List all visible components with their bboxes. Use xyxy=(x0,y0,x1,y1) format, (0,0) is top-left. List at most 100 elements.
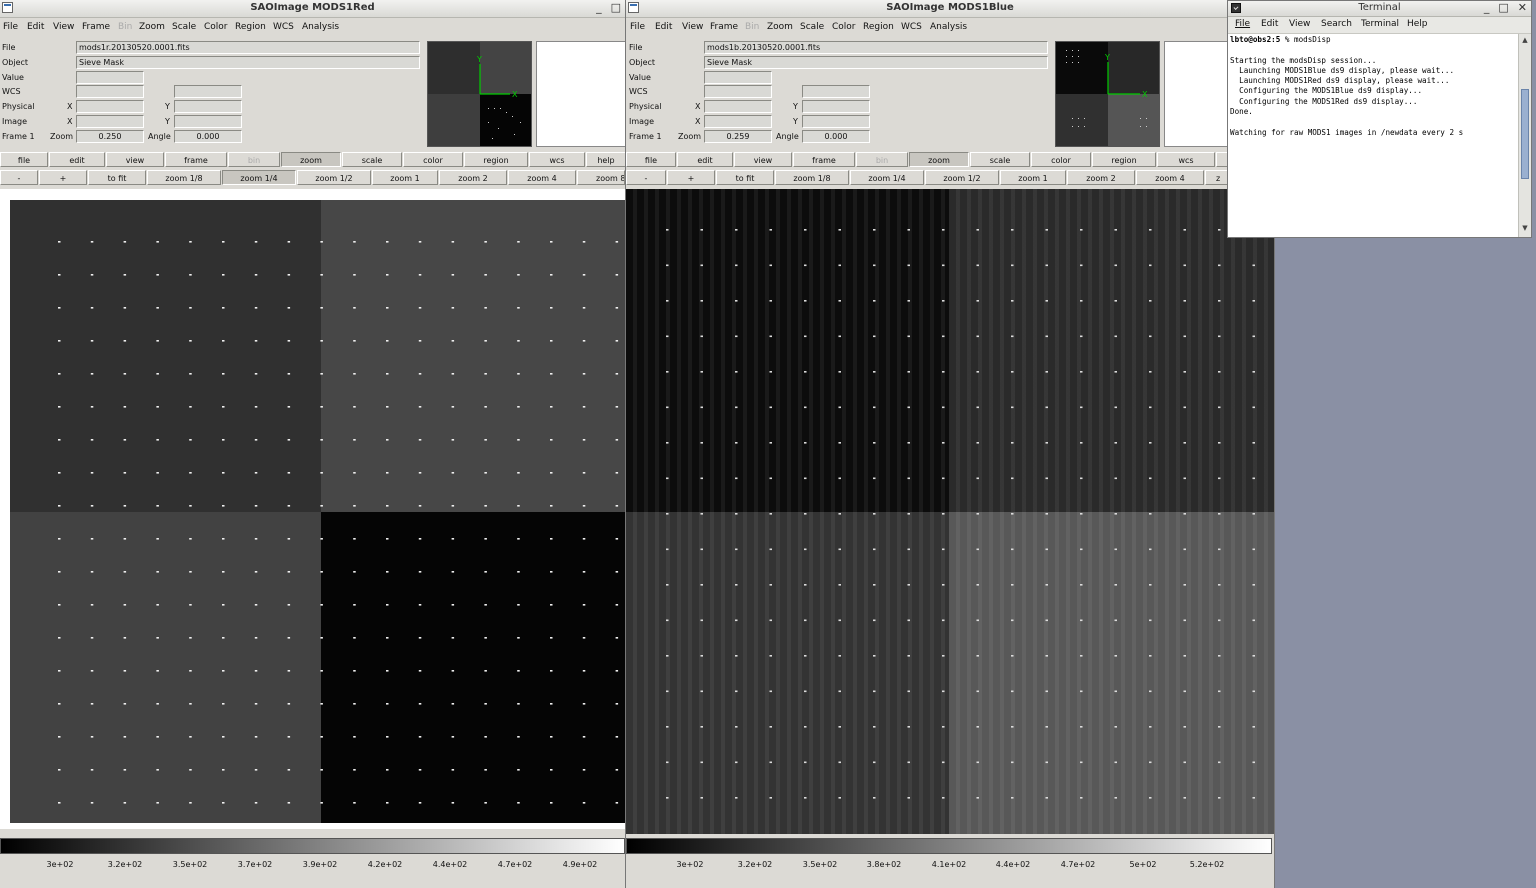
button-zoom-8[interactable]: zoom 8 xyxy=(577,170,625,185)
mask-spot xyxy=(58,241,61,243)
menu-analysis[interactable]: Analysis xyxy=(302,22,339,32)
mask-spot xyxy=(287,505,291,507)
terminal-menu-file[interactable]: File xyxy=(1235,19,1250,29)
menu-zoom[interactable]: Zoom xyxy=(139,22,165,32)
menu-bin[interactable]: Bin xyxy=(118,22,132,32)
button-zoom-fit[interactable]: to fit xyxy=(716,170,774,185)
menu-color[interactable]: Color xyxy=(832,22,856,32)
button-zoom-1-2[interactable]: zoom 1/2 xyxy=(297,170,371,185)
button-zoom-2[interactable]: zoom 2 xyxy=(1067,170,1135,185)
button-wcs[interactable]: wcs xyxy=(1157,152,1215,167)
scrollbar-thumb[interactable] xyxy=(1521,89,1529,179)
menu-view[interactable]: View xyxy=(53,22,74,32)
mask-spot xyxy=(615,340,619,342)
menu-view[interactable]: View xyxy=(682,22,703,32)
panner[interactable]: Y X xyxy=(427,41,532,147)
terminal-menu-edit[interactable]: Edit xyxy=(1261,19,1278,29)
mask-spot xyxy=(735,477,738,480)
button-zoom-out[interactable]: - xyxy=(626,170,666,185)
button-file[interactable]: file xyxy=(626,152,676,167)
button-zoom-1-4[interactable]: zoom 1/4 xyxy=(850,170,924,185)
button-zoom-in[interactable]: + xyxy=(667,170,715,185)
button-zoom-1-8[interactable]: zoom 1/8 xyxy=(147,170,221,185)
scroll-up-icon[interactable]: ▲ xyxy=(1519,36,1531,47)
mask-spot xyxy=(550,505,553,507)
title-bar[interactable]: SAOImage MODS1Blue xyxy=(626,0,1274,18)
menu-wcs[interactable]: WCS xyxy=(901,22,922,32)
close-icon[interactable]: ✕ xyxy=(1518,1,1527,14)
mask-spot xyxy=(353,472,356,474)
button-zoom-1-8[interactable]: zoom 1/8 xyxy=(775,170,849,185)
button-zoom-1[interactable]: zoom 1 xyxy=(372,170,438,185)
button-zoom-2[interactable]: zoom 2 xyxy=(439,170,507,185)
button-file[interactable]: file xyxy=(0,152,48,167)
button-zoom-1-4[interactable]: zoom 1/4 xyxy=(222,170,296,185)
button-help[interactable]: help xyxy=(586,152,625,167)
image-canvas[interactable] xyxy=(626,189,1274,834)
mask-spot xyxy=(700,726,703,728)
button-view[interactable]: view xyxy=(734,152,792,167)
button-scale[interactable]: scale xyxy=(342,152,402,167)
scroll-down-icon[interactable]: ▼ xyxy=(1519,224,1531,235)
terminal-scrollbar[interactable]: ▲ ▼ xyxy=(1518,34,1531,237)
mask-spot xyxy=(666,548,669,551)
button-edit[interactable]: edit xyxy=(49,152,105,167)
menu-region[interactable]: Region xyxy=(863,22,894,32)
mask-spot xyxy=(484,736,487,738)
menu-frame[interactable]: Frame xyxy=(82,22,110,32)
menu-analysis[interactable]: Analysis xyxy=(930,22,967,32)
terminal-menu-search[interactable]: Search xyxy=(1321,19,1352,29)
button-bin[interactable]: bin xyxy=(228,152,280,167)
button-zoom-4[interactable]: zoom 4 xyxy=(1136,170,1204,185)
menu-file[interactable]: File xyxy=(630,22,645,32)
menu-edit[interactable]: Edit xyxy=(655,22,672,32)
menu-zoom[interactable]: Zoom xyxy=(767,22,793,32)
terminal-menu-view[interactable]: View xyxy=(1289,19,1310,29)
menu-wcs[interactable]: WCS xyxy=(273,22,294,32)
menu-frame[interactable]: Frame xyxy=(710,22,738,32)
button-zoom[interactable]: zoom xyxy=(281,152,341,167)
menu-file[interactable]: File xyxy=(3,22,18,32)
button-edit[interactable]: edit xyxy=(677,152,733,167)
menu-scale[interactable]: Scale xyxy=(172,22,196,32)
button-region[interactable]: region xyxy=(464,152,528,167)
menu-bin[interactable]: Bin xyxy=(745,22,759,32)
maximize-icon[interactable]: □ xyxy=(1498,1,1508,14)
button-bin[interactable]: bin xyxy=(856,152,908,167)
menu-color[interactable]: Color xyxy=(204,22,228,32)
button-region[interactable]: region xyxy=(1092,152,1156,167)
button-view[interactable]: view xyxy=(106,152,164,167)
terminal-menu-terminal[interactable]: Terminal xyxy=(1361,19,1399,29)
button-zoom-out[interactable]: - xyxy=(0,170,38,185)
menu-region[interactable]: Region xyxy=(235,22,266,32)
terminal-output[interactable]: lbto@obs2:5 % modsDisp Starting the mods… xyxy=(1230,35,1516,138)
menu-scale[interactable]: Scale xyxy=(800,22,824,32)
terminal-menu-help[interactable]: Help xyxy=(1407,19,1428,29)
button-wcs[interactable]: wcs xyxy=(529,152,585,167)
button-zoom-fit[interactable]: to fit xyxy=(88,170,146,185)
button-scale[interactable]: scale xyxy=(970,152,1030,167)
mask-spot xyxy=(838,655,841,657)
button-zoom-in[interactable]: + xyxy=(39,170,87,185)
maximize-icon[interactable]: □ xyxy=(611,1,621,14)
button-frame[interactable]: frame xyxy=(793,152,855,167)
button-zoom[interactable]: zoom xyxy=(909,152,969,167)
panner[interactable]: Y X xyxy=(1055,41,1160,147)
terminal-title-bar[interactable]: Terminal _ □ ✕ xyxy=(1228,1,1531,17)
mask-spot xyxy=(58,736,61,738)
image-canvas[interactable] xyxy=(0,189,625,829)
minimize-icon[interactable]: _ xyxy=(596,1,602,14)
button-frame[interactable]: frame xyxy=(165,152,227,167)
button-zoom-1[interactable]: zoom 1 xyxy=(1000,170,1066,185)
mask-spot xyxy=(873,442,876,444)
title-bar[interactable]: SAOImage MODS1Red _ □ xyxy=(0,0,625,18)
button-color[interactable]: color xyxy=(1031,152,1091,167)
colorbar[interactable] xyxy=(0,838,625,854)
mask-spot xyxy=(907,442,910,444)
minimize-icon[interactable]: _ xyxy=(1484,1,1490,14)
menu-edit[interactable]: Edit xyxy=(27,22,44,32)
button-zoom-1-2[interactable]: zoom 1/2 xyxy=(925,170,999,185)
colorbar[interactable] xyxy=(626,838,1272,854)
button-zoom-4[interactable]: zoom 4 xyxy=(508,170,576,185)
button-color[interactable]: color xyxy=(403,152,463,167)
